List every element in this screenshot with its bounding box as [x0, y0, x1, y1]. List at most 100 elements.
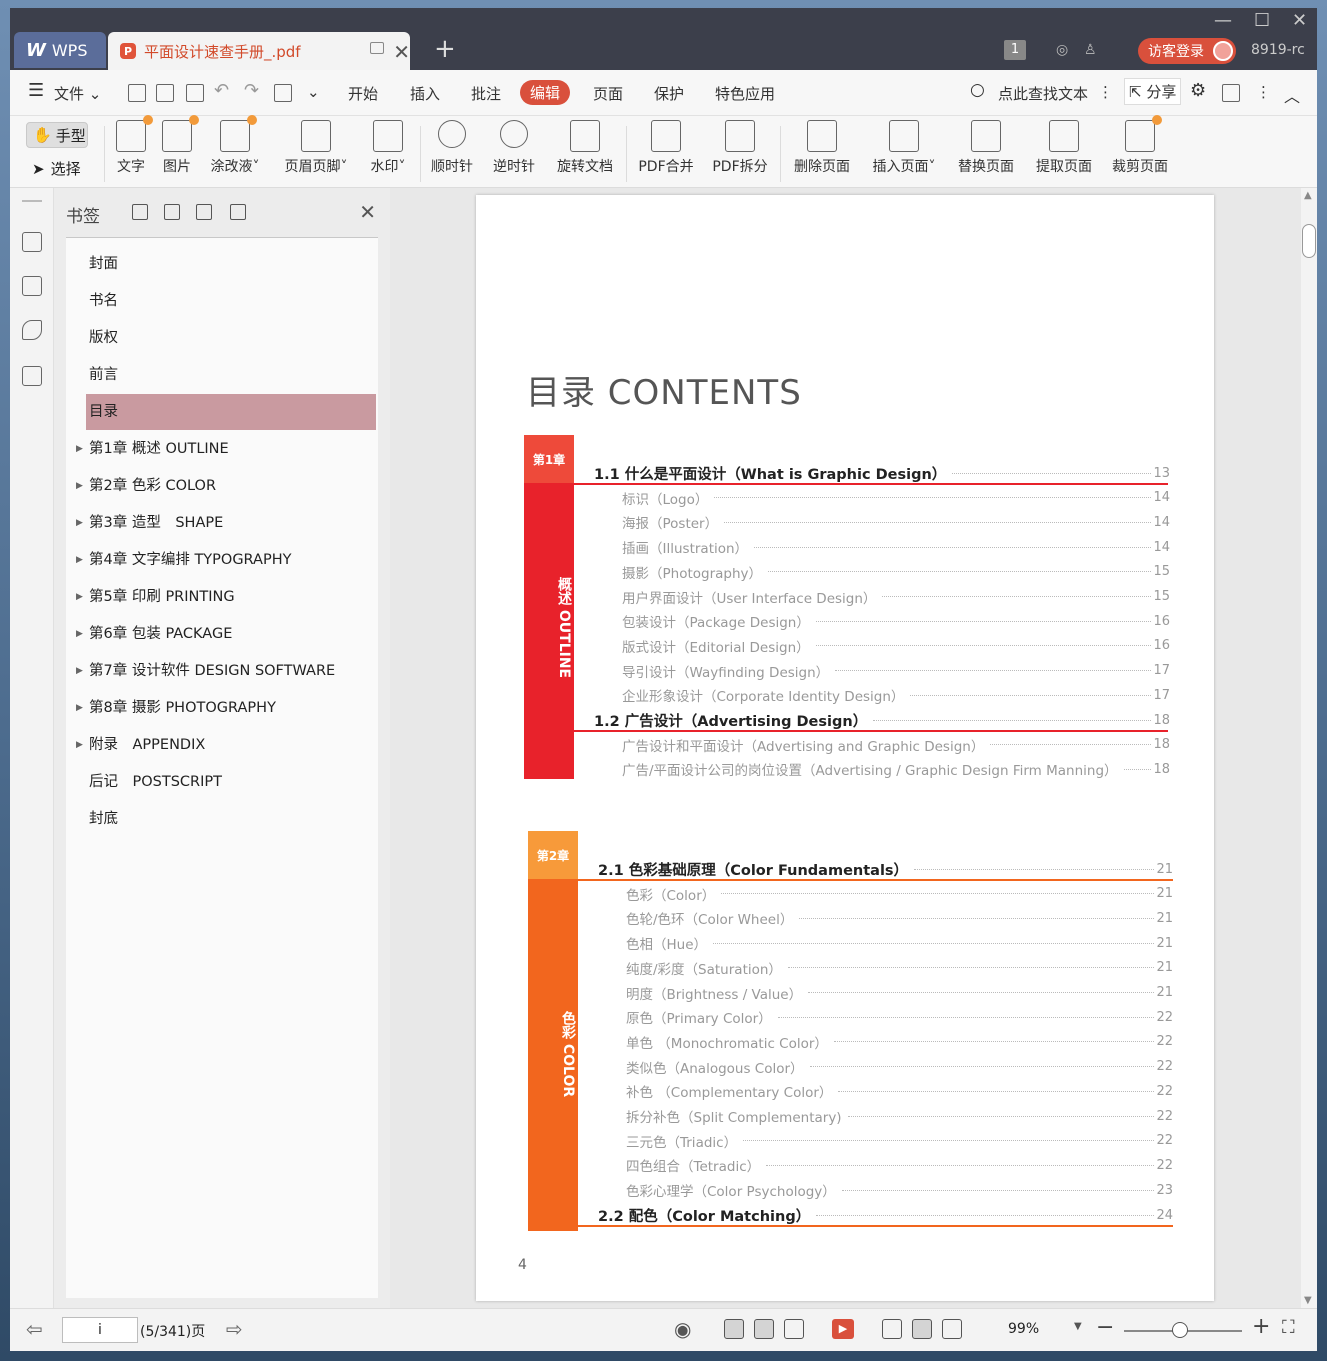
skin-icon[interactable]: ◎ — [1056, 42, 1068, 58]
rotate-document-button[interactable]: 旋转文档 — [554, 120, 616, 176]
toc-entry[interactable]: 类似色（Analogous Color） 22 — [626, 1057, 1173, 1077]
bookmark-item[interactable]: ▶ 第3章 造型 SHAPE — [76, 505, 376, 541]
scrollbar-thumb[interactable] — [1302, 224, 1316, 258]
pdf-merge-button[interactable]: PDF合并 — [636, 120, 696, 176]
bookmark-panel-icon[interactable] — [22, 232, 42, 252]
bookmark-item[interactable]: 书名 — [86, 283, 376, 319]
toc-entry[interactable]: 色轮/色环（Color Wheel） 21 — [626, 908, 1173, 929]
redo-icon[interactable]: ↷ — [244, 80, 259, 101]
eye-protection-icon[interactable]: ◉ — [674, 1317, 691, 1341]
settings-icon[interactable]: ⚙ — [1190, 80, 1206, 101]
toc-entry[interactable]: 标识（Logo） 14 — [622, 488, 1170, 508]
toc-entry[interactable]: 原色（Primary Color） 22 — [626, 1007, 1173, 1028]
window-count-badge[interactable]: 1 — [1004, 40, 1026, 60]
scroll-up-icon[interactable]: ▲ — [1304, 190, 1312, 201]
insert-page-button[interactable]: 插入页面˅ — [868, 120, 940, 176]
export-icon[interactable] — [274, 84, 292, 102]
text-edit-button[interactable]: 文字 — [112, 115, 153, 176]
scroll-down-icon[interactable]: ▼ — [1304, 1295, 1312, 1306]
tab-features[interactable]: 特色应用 — [715, 83, 775, 104]
bookmark-item[interactable]: ▶ 第4章 文字编排 TYPOGRAPHY — [76, 542, 376, 578]
bookmark-item[interactable]: ▶ 第7章 设计软件 DESIGN SOFTWARE — [76, 653, 376, 689]
expand-arrow-icon[interactable]: ▶ — [76, 505, 83, 541]
rotate-counterclockwise-button[interactable]: 逆时针 — [490, 120, 538, 176]
expand-arrow-icon[interactable]: ▶ — [76, 616, 83, 652]
more-dropdown-icon[interactable]: ⌄ — [307, 83, 320, 101]
thumbnail-panel-icon[interactable] — [22, 276, 42, 296]
fit-width-icon[interactable] — [942, 1319, 962, 1339]
play-slideshow-icon[interactable]: ▶ — [832, 1319, 854, 1339]
expand-arrow-icon[interactable]: ▶ — [76, 690, 83, 726]
bookmark-item[interactable]: ▶ 第8章 摄影 PHOTOGRAPHY — [76, 690, 376, 726]
image-button[interactable]: 图片 — [158, 115, 199, 176]
vertical-scrollbar[interactable]: ▲ ▼ — [1301, 188, 1317, 1308]
tab-protect[interactable]: 保护 — [654, 83, 684, 104]
pdf-split-button[interactable]: PDF拆分 — [710, 120, 770, 176]
next-page-icon[interactable]: ⇨ — [226, 1317, 243, 1341]
minimize-button[interactable]: — — [1214, 10, 1232, 31]
file-menu[interactable]: 文件 ⌄ — [54, 83, 101, 104]
new-tab-button[interactable]: + — [434, 34, 456, 64]
single-page-icon[interactable] — [754, 1319, 774, 1339]
collapse-bookmarks-icon[interactable] — [164, 204, 180, 220]
toc-entry[interactable]: 色相（Hue） 21 — [626, 933, 1173, 954]
share-button[interactable]: ⇱ 分享 — [1124, 78, 1182, 105]
toc-entry[interactable]: 三元色（Triadic） 22 — [626, 1131, 1173, 1151]
expand-arrow-icon[interactable]: ▶ — [76, 653, 83, 689]
tab-edit[interactable]: 编辑 — [520, 80, 571, 105]
zoom-slider-knob[interactable] — [1172, 1322, 1188, 1338]
zoom-in-icon[interactable]: + — [1252, 1314, 1270, 1339]
document-tab[interactable]: P 平面设计速查手册_.pdf ✕ — [108, 32, 410, 70]
fit-page-icon[interactable] — [912, 1319, 932, 1339]
zoom-dropdown-icon[interactable]: ▼ — [1074, 1321, 1082, 1332]
bookmark-item[interactable]: ▶ 第2章 色彩 COLOR — [76, 468, 376, 504]
toc-entry[interactable]: 用户界面设计（User Interface Design） 15 — [622, 587, 1170, 607]
toc-entry[interactable]: 色彩心理学（Color Psychology） 23 — [626, 1180, 1173, 1201]
hamburger-menu-icon[interactable]: ☰ — [28, 80, 44, 101]
search-text[interactable]: 点此查找文本 — [998, 83, 1088, 104]
toc-entry[interactable]: 版式设计（Editorial Design） 16 — [622, 636, 1170, 656]
tab-start[interactable]: 开始 — [348, 83, 378, 104]
toc-entry[interactable]: 四色组合（Tetradic） 22 — [626, 1155, 1173, 1176]
undo-icon[interactable]: ↶ — [214, 80, 229, 101]
open-folder-icon[interactable] — [128, 84, 146, 102]
toc-entry[interactable]: 单色 （Monochromatic Color） 22 — [626, 1032, 1173, 1052]
delete-page-button[interactable]: 删除页面 — [790, 120, 854, 176]
bookmark-item-selected[interactable]: 目录 — [86, 394, 376, 430]
toc-section-entry[interactable]: 2.1 色彩基础原理（Color Fundamentals） 21 — [598, 859, 1173, 880]
expand-bookmarks-icon[interactable] — [196, 204, 212, 220]
toc-entry[interactable]: 企业形象设计（Corporate Identity Design） 17 — [622, 685, 1170, 706]
maximize-button[interactable]: ☐ — [1254, 10, 1270, 31]
correction-fluid-button[interactable]: 涂改液˅ — [206, 115, 264, 176]
bookmark-settings-icon[interactable] — [230, 204, 246, 220]
previous-page-icon[interactable]: ⇦ — [26, 1317, 43, 1341]
bookmark-item[interactable]: 前言 — [86, 357, 376, 393]
wps-home-tab[interactable]: W WPS — [14, 32, 106, 68]
bookmark-item[interactable]: 封面 — [86, 246, 376, 282]
print-icon[interactable] — [186, 84, 204, 102]
toc-entry[interactable]: 纯度/彩度（Saturation） 21 — [626, 958, 1173, 978]
bookmark-item[interactable]: 封底 — [86, 801, 376, 837]
bookmark-item[interactable]: ▶ 第6章 包装 PACKAGE — [76, 616, 376, 652]
toc-entry[interactable]: 广告/平面设计公司的岗位设置（Advertising / Graphic Des… — [622, 759, 1170, 780]
toc-section-entry[interactable]: 1.1 什么是平面设计（What is Graphic Design） 13 — [594, 463, 1170, 484]
toc-entry[interactable]: 插画（Illustration） 14 — [622, 537, 1170, 558]
toc-entry[interactable]: 摄影（Photography） 15 — [622, 562, 1170, 582]
crop-page-button[interactable]: 裁剪页面 — [1108, 115, 1172, 176]
tab-page[interactable]: 页面 — [593, 83, 623, 104]
shirt-icon[interactable]: ♙ — [1084, 42, 1097, 58]
single-page-continuous-icon[interactable] — [724, 1319, 744, 1339]
search-icon[interactable]: ○ — [970, 80, 985, 100]
hand-tool-button[interactable]: ✋ 手型 — [26, 122, 88, 148]
replace-page-button[interactable]: 替换页面 — [954, 120, 1018, 176]
close-window-button[interactable]: ✕ — [1292, 10, 1307, 31]
toc-entry[interactable]: 导引设计（Wayfinding Design） 17 — [622, 661, 1170, 681]
toc-entry[interactable]: 明度（Brightness / Value） 21 — [626, 983, 1173, 1003]
expand-arrow-icon[interactable]: ▶ — [76, 468, 83, 504]
collapse-ribbon-icon[interactable]: ︿ — [1284, 83, 1300, 107]
bookmark-item[interactable]: 后记 POSTSCRIPT — [86, 764, 376, 800]
close-tab-icon[interactable]: ✕ — [393, 40, 410, 64]
header-footer-button[interactable]: 页眉页脚˅ — [280, 120, 352, 176]
actual-size-icon[interactable] — [882, 1319, 902, 1339]
tab-comment[interactable]: 批注 — [471, 83, 501, 104]
